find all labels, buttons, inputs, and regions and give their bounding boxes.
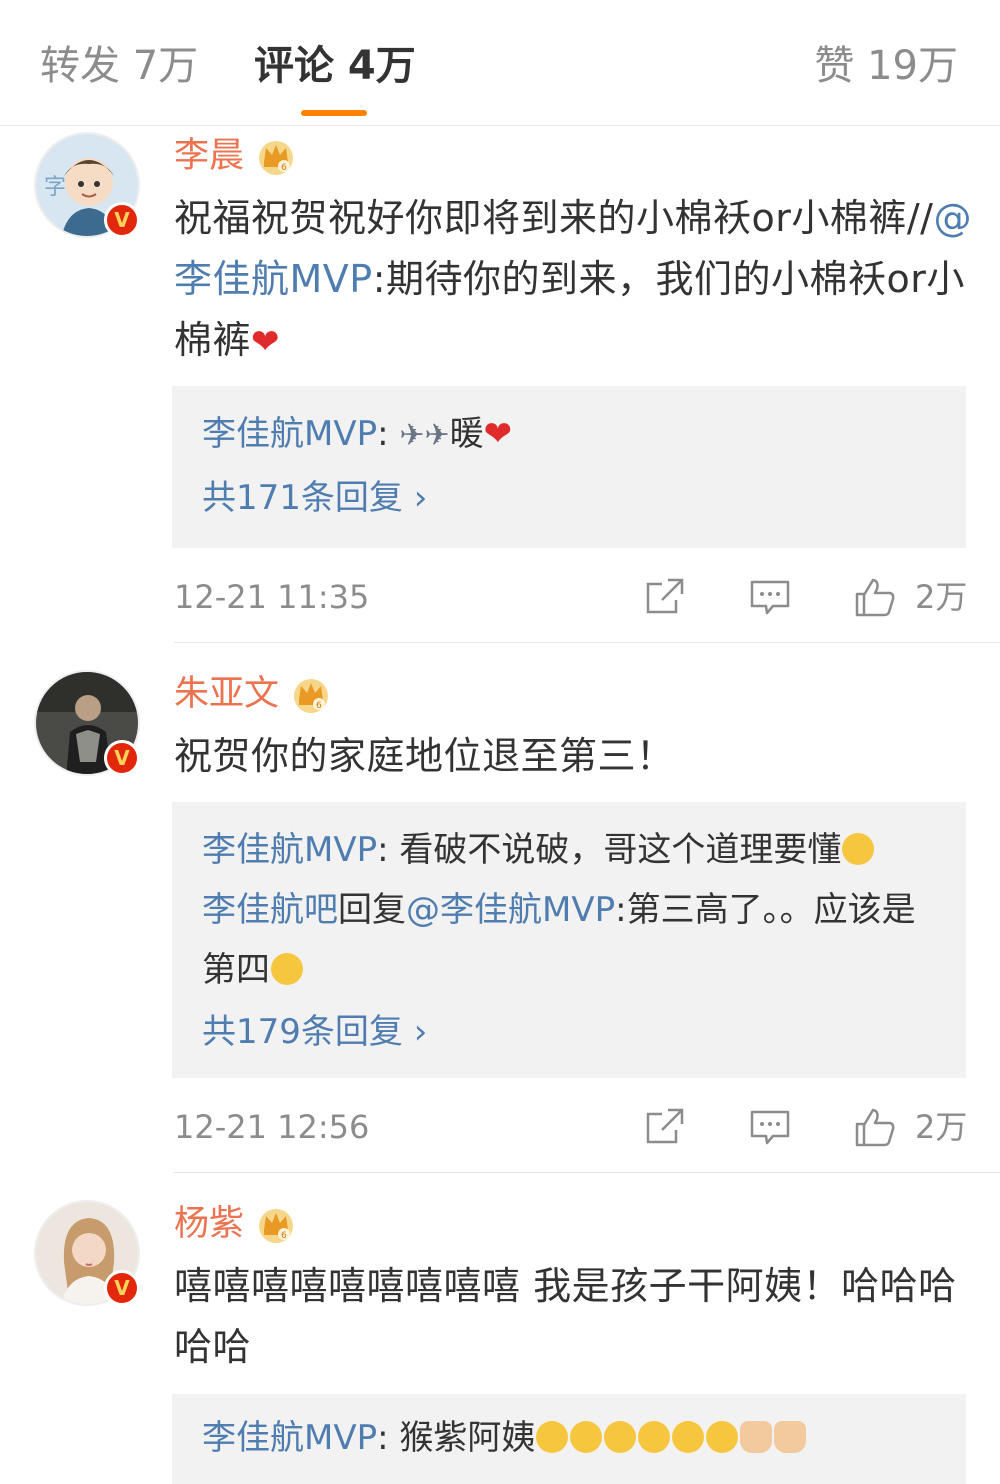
comment-text: 祝福祝贺祝好你即将到来的小棉袄or小棉裤//@李佳航MVP:期待你的到来，我们的… bbox=[174, 196, 972, 362]
verified-badge-icon: V bbox=[104, 202, 140, 238]
shocked-emoji-icon bbox=[604, 1421, 637, 1453]
view-all-replies-link[interactable]: 共171条回复 › bbox=[202, 466, 938, 530]
comment-icon[interactable] bbox=[749, 1106, 791, 1148]
comment-username[interactable]: 杨紫 bbox=[174, 1202, 244, 1246]
avatar[interactable]: 字 V bbox=[34, 132, 140, 238]
chevron-right-icon: › bbox=[413, 478, 428, 518]
thumbs-up-emoji-icon bbox=[740, 1421, 773, 1453]
active-tab-indicator bbox=[301, 110, 367, 116]
avatar[interactable]: V bbox=[34, 670, 140, 776]
ok-hand-emoji-icon bbox=[774, 1421, 807, 1453]
laugh-cry-emoji-icon bbox=[536, 1421, 569, 1453]
reply-preview[interactable]: 李佳航MVP: 猴紫阿姨 bbox=[172, 1394, 966, 1484]
airplane-emoji-icon: ✈✈ bbox=[399, 418, 450, 453]
comment-icon[interactable] bbox=[749, 576, 791, 618]
divider bbox=[174, 642, 1000, 643]
reply-preview[interactable]: 李佳航MVP: 看破不说破，哥这个道理要懂 李佳航吧回复@李佳航MVP:第三高了… bbox=[172, 802, 966, 1078]
tab-likes[interactable]: 赞 19万 bbox=[814, 40, 958, 92]
comment-username[interactable]: 李晨 bbox=[174, 134, 244, 178]
thumbs-up-icon[interactable] bbox=[854, 1106, 896, 1148]
comment-meta: 12-21 12:56 2万 bbox=[174, 1102, 974, 1152]
laugh-emoji-icon bbox=[570, 1421, 603, 1453]
reply-username[interactable]: 李佳航吧 bbox=[202, 890, 338, 930]
comment-time: 12-21 12:56 bbox=[174, 1108, 370, 1146]
comment-text: 祝贺你的家庭地位退至第三！ bbox=[174, 734, 675, 778]
svg-text:字: 字 bbox=[44, 175, 66, 200]
reply-username[interactable]: 李佳航MVP bbox=[202, 830, 377, 870]
tab-comments[interactable]: 评论 4万 bbox=[254, 40, 416, 92]
svg-text:6: 6 bbox=[281, 163, 287, 173]
divider bbox=[174, 1172, 1000, 1173]
comment-meta: 12-21 11:35 2万 bbox=[174, 572, 974, 622]
mention-link[interactable]: @李佳航MVP bbox=[406, 890, 615, 930]
laugh-cry-emoji-icon bbox=[842, 833, 875, 865]
vip-crown-icon: 6 bbox=[259, 141, 294, 175]
thumbs-up-icon[interactable] bbox=[854, 576, 896, 618]
svg-text:6: 6 bbox=[316, 701, 322, 711]
reply-username[interactable]: 李佳航MVP bbox=[202, 414, 377, 454]
like-count: 2万 bbox=[915, 578, 968, 616]
heart-emoji-icon: ❤ bbox=[251, 322, 281, 362]
comment-time: 12-21 11:35 bbox=[174, 578, 370, 616]
vip-crown-icon: 6 bbox=[259, 1209, 294, 1243]
svg-text:6: 6 bbox=[281, 1231, 287, 1241]
reply-username[interactable]: 李佳航MVP bbox=[202, 1418, 377, 1458]
heart-emoji-icon: ❤ bbox=[483, 414, 513, 454]
like-count: 2万 bbox=[915, 1108, 968, 1146]
grin-emoji-icon bbox=[638, 1421, 671, 1453]
avatar[interactable]: V bbox=[34, 1200, 140, 1306]
vip-crown-icon: 6 bbox=[294, 679, 329, 713]
repost-icon[interactable] bbox=[644, 576, 686, 618]
glasses-emoji-icon bbox=[271, 953, 303, 985]
comment-text: 嘻嘻嘻嘻嘻嘻嘻嘻嘻 我是孩子干阿姨！哈哈哈哈哈 bbox=[174, 1264, 957, 1369]
grin-emoji-icon bbox=[706, 1421, 739, 1453]
chevron-right-icon: › bbox=[413, 1012, 428, 1052]
tab-reposts[interactable]: 转发 7万 bbox=[40, 40, 198, 92]
comment-username[interactable]: 朱亚文 bbox=[174, 672, 279, 716]
verified-badge-icon: V bbox=[104, 740, 140, 776]
verified-badge-icon: V bbox=[104, 1270, 140, 1306]
view-all-replies-link[interactable]: 共179条回复 › bbox=[202, 1000, 938, 1064]
reply-preview[interactable]: 李佳航MVP: ✈✈暖❤ 共171条回复 › bbox=[172, 386, 966, 548]
comment-tabs: 转发 7万 评论 4万 赞 19万 bbox=[0, 0, 1000, 126]
repost-icon[interactable] bbox=[644, 1106, 686, 1148]
grin-emoji-icon bbox=[672, 1421, 705, 1453]
